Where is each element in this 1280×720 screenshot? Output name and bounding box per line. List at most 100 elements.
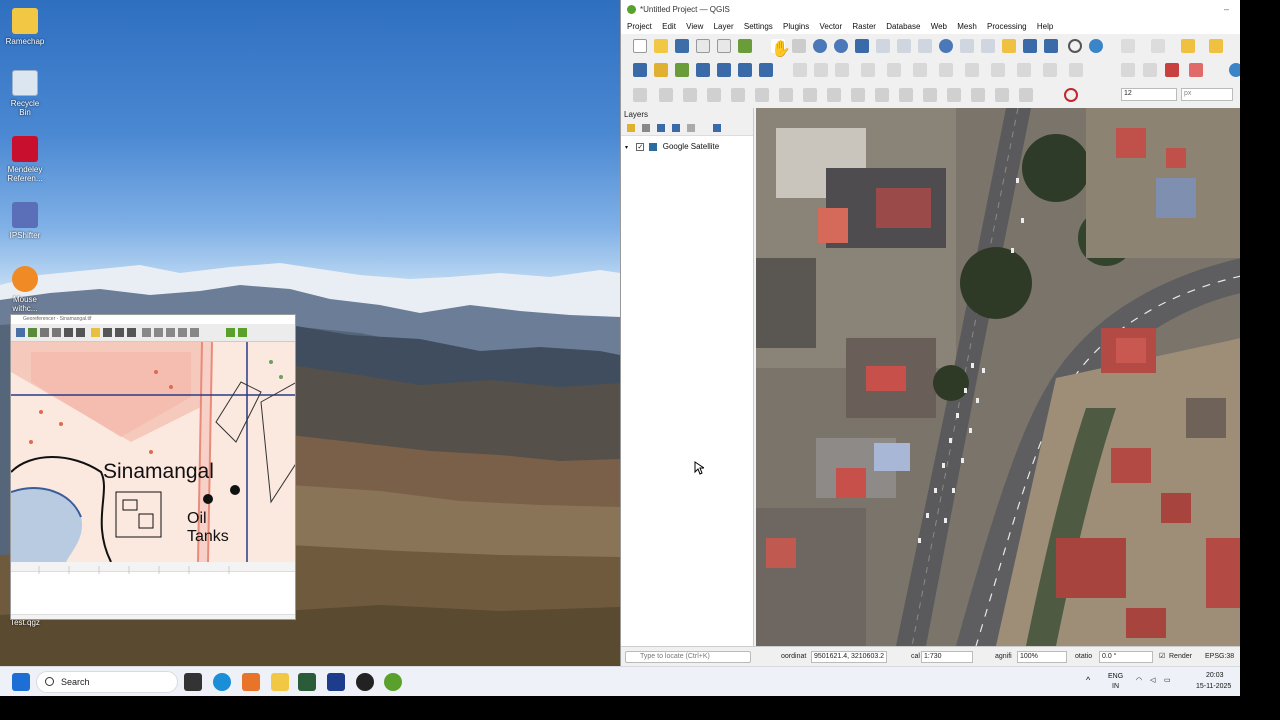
qgis-window[interactable]: *Untitled Project — QGIS – Project Edit … xyxy=(620,0,1240,666)
deselect-icon[interactable] xyxy=(1181,39,1195,53)
zoom-out-icon[interactable] xyxy=(834,39,848,53)
search-app-icon[interactable] xyxy=(242,673,260,691)
clock-date[interactable]: 15-11-2025 xyxy=(1196,683,1231,690)
new-bookmark-icon[interactable] xyxy=(1002,39,1016,53)
split-parts-icon[interactable] xyxy=(899,88,913,102)
menu-processing[interactable]: Processing xyxy=(987,22,1027,31)
menu-layer[interactable]: Layer xyxy=(714,22,734,31)
zoom-next-icon[interactable] xyxy=(960,39,974,53)
menu-database[interactable]: Database xyxy=(886,22,920,31)
add-part-icon[interactable] xyxy=(731,88,745,102)
zoom-to-layer-icon[interactable] xyxy=(897,39,911,53)
scale-select[interactable]: 1:730 xyxy=(921,651,973,663)
identify-features-icon[interactable] xyxy=(1121,39,1135,53)
select-features-icon[interactable] xyxy=(1151,39,1165,53)
measure-icon[interactable] xyxy=(1209,39,1223,53)
chrome-icon[interactable] xyxy=(356,673,374,691)
georeferencer-window[interactable]: Georeferencer - Sinamangal.tif Sinamanga… xyxy=(10,314,296,620)
windows-start-icon[interactable] xyxy=(12,673,30,691)
taskbar-search[interactable]: Search xyxy=(36,671,178,693)
menu-mesh[interactable]: Mesh xyxy=(957,22,977,31)
offset-symbols-icon[interactable] xyxy=(995,88,1009,102)
map-canvas[interactable] xyxy=(756,108,1240,646)
trim-extend-icon[interactable] xyxy=(1019,88,1033,102)
show-hide-labels-icon[interactable] xyxy=(1189,63,1203,77)
vertex-tool-icon[interactable] xyxy=(887,63,901,77)
georeferencer-map[interactable]: Sinamangal Oil Tanks xyxy=(11,342,295,562)
split-features-icon[interactable] xyxy=(875,88,889,102)
save-project-icon[interactable] xyxy=(675,39,689,53)
locator-search-input[interactable]: Type to locate (Ctrl+K) xyxy=(625,651,751,663)
zoom-last-icon[interactable] xyxy=(939,39,953,53)
style-manager-icon[interactable] xyxy=(738,39,752,53)
delete-selected-icon[interactable] xyxy=(939,63,953,77)
plugin-icon[interactable] xyxy=(1229,63,1240,77)
edit-pencil-icon[interactable] xyxy=(793,63,807,77)
add-wfs-layer-icon[interactable] xyxy=(759,63,773,77)
minimize-icon[interactable]: – xyxy=(1224,0,1229,19)
desktop-icon-recycle-bin[interactable]: Recycle Bin xyxy=(4,70,46,117)
merge-attributes-icon[interactable] xyxy=(947,88,961,102)
clock-time[interactable]: 20:03 xyxy=(1206,672,1224,679)
new-map-view-icon[interactable] xyxy=(981,39,995,53)
menu-plugins[interactable]: Plugins xyxy=(783,22,809,31)
label-tool-icon[interactable] xyxy=(1121,63,1135,77)
paste-features-icon[interactable] xyxy=(1017,63,1031,77)
layout-manager-icon[interactable] xyxy=(717,39,731,53)
snapping-tolerance-input[interactable]: 12 xyxy=(1121,88,1177,101)
new-print-layout-icon[interactable] xyxy=(696,39,710,53)
cut-features-icon[interactable] xyxy=(965,63,979,77)
spatial-bookmark-icon[interactable] xyxy=(1044,39,1058,53)
offset-curve-icon[interactable] xyxy=(851,88,865,102)
zoom-to-selection-icon[interactable] xyxy=(876,39,890,53)
digitize-icon[interactable] xyxy=(861,63,875,77)
crs-button[interactable]: EPSG:38 xyxy=(1205,647,1234,666)
menu-raster[interactable]: Raster xyxy=(852,22,876,31)
add-mesh-layer-icon[interactable] xyxy=(717,63,731,77)
zoom-in-icon[interactable] xyxy=(813,39,827,53)
refresh-icon[interactable] xyxy=(1089,39,1103,53)
menu-vector[interactable]: Vector xyxy=(819,22,842,31)
undo-icon[interactable] xyxy=(1043,63,1057,77)
menu-settings[interactable]: Settings xyxy=(744,22,773,31)
save-edits-icon[interactable] xyxy=(835,63,849,77)
terminal-app-icon[interactable] xyxy=(298,673,316,691)
snapping-magnet-icon[interactable] xyxy=(1064,88,1078,102)
rotation-spinbox[interactable]: 0.0 ° xyxy=(1099,651,1153,663)
copy-features-icon[interactable] xyxy=(991,63,1005,77)
new-project-icon[interactable] xyxy=(633,39,647,53)
edge-browser-icon[interactable] xyxy=(213,673,231,691)
zoom-native-icon[interactable] xyxy=(918,39,932,53)
menu-project[interactable]: Project xyxy=(627,22,652,31)
merge-features-icon[interactable] xyxy=(923,88,937,102)
data-source-manager-icon[interactable] xyxy=(633,63,647,77)
gcp-table[interactable] xyxy=(11,562,295,619)
menu-view[interactable]: View xyxy=(686,22,703,31)
menu-edit[interactable]: Edit xyxy=(662,22,676,31)
zoom-full-icon[interactable] xyxy=(855,39,869,53)
coordinate-field[interactable]: 9501621.4, 3210603.2 xyxy=(811,651,887,663)
wifi-icon[interactable]: ◠ xyxy=(1136,676,1142,684)
new-geopackage-icon[interactable] xyxy=(654,63,668,77)
advanced-digitize-icon[interactable] xyxy=(633,88,647,102)
delete-ring-icon[interactable] xyxy=(779,88,793,102)
layer-row-google-satellite[interactable]: ▾ ✓ Google Satellite xyxy=(625,141,719,153)
highlight-label-icon[interactable] xyxy=(1165,63,1179,77)
reshape-icon[interactable] xyxy=(827,88,841,102)
volume-icon[interactable]: ◁ xyxy=(1150,676,1155,684)
desktop-icon-mouse[interactable]: Mouse withc... xyxy=(4,266,46,313)
magnifier-spinbox[interactable]: 100% xyxy=(1017,651,1067,663)
menu-help[interactable]: Help xyxy=(1037,22,1053,31)
label-pin-icon[interactable] xyxy=(1143,63,1157,77)
l-app-icon[interactable] xyxy=(327,673,345,691)
open-project-icon[interactable] xyxy=(654,39,668,53)
toggle-editing-icon[interactable] xyxy=(814,63,828,77)
file-explorer-icon[interactable] xyxy=(271,673,289,691)
show-bookmarks-icon[interactable] xyxy=(1023,39,1037,53)
temporal-controller-icon[interactable] xyxy=(1068,39,1082,53)
desktop-icon-ramechap[interactable]: Ramechap xyxy=(4,8,46,46)
snapping-unit-select[interactable]: px xyxy=(1181,88,1233,101)
desktop-icon-mendeley[interactable]: Mendeley Referen... xyxy=(4,136,46,183)
add-vector-layer-icon[interactable] xyxy=(675,63,689,77)
qgis-taskbar-icon[interactable] xyxy=(384,673,402,691)
